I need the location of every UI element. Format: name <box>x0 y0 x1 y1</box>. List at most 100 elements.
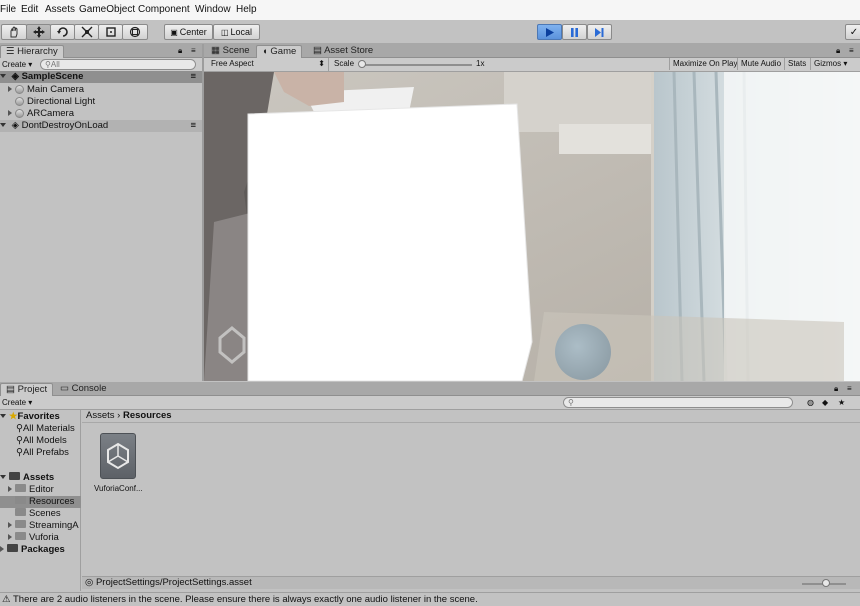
lock-icon[interactable]: 🔒︎ <box>178 45 182 57</box>
project-footer: ◎ ProjectSettings/ProjectSettings.asset <box>82 576 860 589</box>
item-label: Vuforia <box>29 532 59 543</box>
tab-project[interactable]: ▤ Project <box>0 383 54 396</box>
menu-gameobject[interactable]: GameObject <box>79 4 135 15</box>
transform-tool-icon <box>129 26 141 38</box>
collab-button[interactable]: ✓ <box>845 24 860 40</box>
rect-tool-button[interactable] <box>98 24 123 40</box>
move-tool-button[interactable] <box>26 24 51 40</box>
status-bar[interactable]: ⚠︎ There are 2 audio listeners in the sc… <box>0 592 860 606</box>
dontdestroy-row[interactable]: ◈ DontDestroyOnLoad ≡ <box>0 120 202 132</box>
menu-component[interactable]: Component <box>138 4 190 15</box>
hierarchy-tabbar: ☰ Hierarchy 🔒︎ ≡ <box>0 44 202 58</box>
favorites-row[interactable]: ★Favorites <box>0 411 60 423</box>
favorite-all-materials[interactable]: ⚲All Materials <box>16 423 75 435</box>
local-icon: ◫ <box>220 27 229 37</box>
hierarchy-item-arcamera[interactable]: ARCamera <box>8 108 74 120</box>
folder-vuforia[interactable]: Vuforia <box>8 532 59 544</box>
scene-tab-label: Scene <box>222 45 250 56</box>
play-button[interactable] <box>537 24 562 40</box>
unity-scene-icon: ◈ <box>11 71 19 82</box>
scale-tool-button[interactable] <box>74 24 99 40</box>
menu-dots-icon[interactable]: ≡ <box>849 45 854 57</box>
list-icon: ☰ <box>6 46 18 57</box>
menu-window[interactable]: Window <box>195 4 231 15</box>
row-menu-icon[interactable]: ≡ <box>190 120 196 132</box>
project-tabbar: ▤ Project ▭ Console 🔒︎ ≡ <box>0 382 860 396</box>
assets-root-row[interactable]: Assets <box>0 472 54 484</box>
item-label: Scenes <box>29 508 61 519</box>
project-search-input[interactable]: ⚲ <box>563 397 793 408</box>
folder-streamingassets[interactable]: StreamingA <box>8 520 81 532</box>
hierarchy-item-main-camera[interactable]: Main Camera <box>8 84 84 96</box>
scale-slider-thumb[interactable] <box>358 60 366 68</box>
breadcrumb-resources[interactable]: Resources <box>123 410 172 421</box>
game-viewport[interactable] <box>204 72 860 381</box>
hierarchy-create-button[interactable]: Create ▾ <box>2 59 32 71</box>
console-tab-label: Console <box>71 383 107 394</box>
stats-toggle[interactable]: Stats <box>784 58 809 70</box>
menu-dots-icon[interactable]: ≡ <box>847 383 852 395</box>
pause-button[interactable] <box>562 24 587 40</box>
asset-file-icon: ◎ <box>85 577 94 588</box>
lock-icon[interactable]: 🔒︎ <box>834 383 838 395</box>
grid-icon: ▦ <box>211 45 223 56</box>
filter-by-label-icon[interactable]: ◆ <box>822 397 828 409</box>
hierarchy-item-directional-light[interactable]: Directional Light <box>15 96 95 108</box>
local-label: Local <box>230 27 253 37</box>
hand-tool-button[interactable] <box>1 24 27 40</box>
tab-game[interactable]: ◖ Game <box>256 45 303 58</box>
unity-scene-icon: ◈ <box>11 120 19 131</box>
scene-row[interactable]: ◈ SampleScene ≡ <box>0 71 202 83</box>
tab-scene[interactable]: ▦ Scene <box>206 45 255 58</box>
project-panel: ▤ Project ▭ Console 🔒︎ ≡ Create ▾ ⚲ ◍ ◆ … <box>0 381 860 591</box>
expand-icon <box>0 123 6 128</box>
rotate-tool-button[interactable] <box>50 24 75 40</box>
folder-icon <box>15 532 26 541</box>
scale-slider[interactable] <box>360 64 472 66</box>
gizmos-dropdown[interactable]: Gizmos ▾ <box>810 58 850 70</box>
view-tabbar: ▦ Scene ◖ Game ▤ Asset Store 🔒︎ ≡ <box>204 44 860 58</box>
folder-resources[interactable]: Resources <box>0 496 81 508</box>
menu-help[interactable]: Help <box>236 4 257 15</box>
tab-asset-store[interactable]: ▤ Asset Store <box>308 45 378 58</box>
item-label: All Materials <box>22 423 75 434</box>
filter-by-type-icon[interactable]: ◍ <box>807 397 814 409</box>
folder-scenes[interactable]: Scenes <box>15 508 61 520</box>
play-icon <box>546 27 554 37</box>
packages-row[interactable]: Packages <box>0 544 65 556</box>
favorite-all-models[interactable]: ⚲All Models <box>16 435 67 447</box>
step-button[interactable] <box>587 24 612 40</box>
lock-icon[interactable]: 🔒︎ <box>836 45 840 57</box>
folder-icon <box>15 484 26 493</box>
aspect-dropdown[interactable]: Free Aspect ⬍ <box>207 58 329 71</box>
transform-tool-button[interactable] <box>122 24 148 40</box>
breadcrumb-assets[interactable]: Assets <box>86 410 115 421</box>
project-content-area: Assets › Resources VuforiaConf... <box>82 410 860 575</box>
icon-size-slider-thumb[interactable] <box>822 579 830 587</box>
scale-label: Scale <box>334 59 355 68</box>
favorite-star-icon[interactable]: ★ <box>838 397 845 409</box>
menu-assets[interactable]: Assets <box>45 4 75 15</box>
tab-console[interactable]: ▭ Console <box>55 383 111 396</box>
menu-dots-icon[interactable]: ≡ <box>191 45 196 57</box>
hierarchy-search-input[interactable]: ⚲All <box>40 59 196 70</box>
folder-icon <box>15 520 26 529</box>
status-message: There are 2 audio listeners in the scene… <box>13 594 478 605</box>
tab-hierarchy[interactable]: ☰ Hierarchy <box>0 45 64 58</box>
mute-audio-toggle[interactable]: Mute Audio <box>737 58 784 70</box>
move-tool-icon <box>32 26 45 38</box>
menu-file[interactable]: File <box>0 4 16 15</box>
row-menu-icon[interactable]: ≡ <box>190 71 196 83</box>
store-icon: ▤ <box>313 45 325 56</box>
menu-edit[interactable]: Edit <box>21 4 38 15</box>
folder-editor[interactable]: Editor <box>8 484 54 496</box>
project-create-button[interactable]: Create ▾ <box>2 397 32 409</box>
asset-file-name[interactable]: VuforiaConf... <box>94 483 143 495</box>
pivot-local-button[interactable]: ◫ Local <box>213 24 260 40</box>
maximize-on-play-toggle[interactable]: Maximize On Play <box>669 58 740 70</box>
favorite-all-prefabs[interactable]: ⚲All Prefabs <box>16 447 69 459</box>
asset-thumbnail[interactable] <box>100 433 136 479</box>
pivot-center-button[interactable]: ▣ Center <box>164 24 213 40</box>
folder-icon <box>15 496 26 505</box>
pivot-label: Center <box>179 27 207 37</box>
